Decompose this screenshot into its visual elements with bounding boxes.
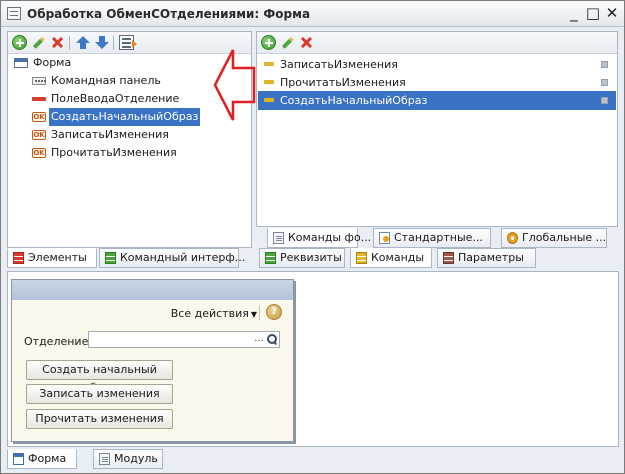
chevron-down-icon: ▼ (250, 310, 257, 319)
tree-item-label: СоздатьНачальныйОбраз (49, 108, 201, 126)
add-icon[interactable] (261, 35, 276, 50)
form-icon (14, 58, 28, 68)
button-icon: OK (32, 148, 46, 158)
toolbar-separator (259, 306, 260, 320)
button-icon: OK (32, 130, 46, 140)
command-row-create-initial-image[interactable]: СоздатьНачальныйОбраз (258, 91, 616, 110)
command-interface-tab-icon (105, 252, 116, 264)
editor-window: Обработка ОбменСОтделениями: Форма _ □ ✕… (0, 0, 625, 474)
annotation-arrow-icon (213, 49, 256, 121)
tab-attributes[interactable]: Реквизиты (259, 248, 345, 268)
title-bar: Обработка ОбменСОтделениями: Форма _ □ ✕ (1, 1, 624, 27)
tab-module[interactable]: Модуль (93, 449, 163, 469)
commands-toolbar (257, 32, 617, 54)
elements-tab-icon (13, 252, 24, 264)
parameters-tab-icon (443, 252, 454, 264)
write-changes-button[interactable]: Записать изменения (26, 384, 173, 404)
command-marker-icon (601, 97, 608, 104)
add-icon[interactable] (12, 35, 27, 50)
tree-item-label: ЗаписатьИзменения (51, 128, 169, 141)
form-preview: Все действия ▼ ? Отделение: ... Создать н… (11, 279, 294, 442)
tab-label: Глобальные ... (522, 231, 607, 244)
department-field[interactable]: ... (88, 331, 280, 348)
delete-icon[interactable] (299, 35, 314, 50)
tab-label: Реквизиты (280, 251, 342, 264)
command-icon (264, 80, 274, 84)
close-button[interactable]: ✕ (603, 4, 621, 22)
all-actions-label: Все действия (170, 307, 249, 320)
create-initial-image-button[interactable]: Создать начальный образ (26, 360, 173, 394)
form-tab-icon (13, 453, 24, 465)
tab-label: Стандартные... (394, 231, 483, 244)
maximize-button[interactable]: □ (584, 4, 602, 22)
form-preview-area: Все действия ▼ ? Отделение: ... Создать н… (7, 271, 619, 447)
read-changes-button[interactable]: Прочитать изменения (26, 409, 173, 429)
tree-item-label: Командная панель (51, 74, 161, 87)
toolbar-separator (113, 36, 114, 50)
delete-icon[interactable] (50, 35, 65, 50)
command-icon (264, 98, 274, 102)
tab-standard-commands[interactable]: Стандартные... (373, 228, 491, 248)
tab-label: Параметры (458, 251, 524, 264)
command-label: ПрочитатьИзменения (280, 76, 406, 89)
commands-panel: ЗаписатьИзменения ПрочитатьИзменения Соз… (256, 31, 618, 227)
attributes-tab-icon (265, 252, 276, 264)
form-window-icon (7, 7, 21, 20)
tab-label: Модуль (114, 452, 158, 465)
tab-label: Командный интерф... (120, 251, 246, 264)
tab-form[interactable]: Форма (7, 449, 77, 469)
module-tab-icon (99, 453, 110, 465)
form-commands-icon (273, 232, 284, 244)
toolbar-separator (69, 36, 70, 50)
global-commands-icon (507, 232, 518, 244)
standard-commands-icon (379, 232, 390, 244)
tab-parameters[interactable]: Параметры (437, 248, 536, 268)
move-down-icon[interactable] (94, 35, 109, 50)
command-row-write-changes[interactable]: ЗаписатьИзменения (258, 55, 616, 74)
form-preview-header (12, 280, 293, 300)
search-icon[interactable] (266, 333, 278, 346)
tab-label: Элементы (28, 251, 87, 264)
all-actions-menu[interactable]: Все действия ▼ (171, 307, 257, 320)
edit-icon[interactable] (277, 32, 298, 53)
command-row-read-changes[interactable]: ПрочитатьИзменения (258, 73, 616, 92)
command-label: ЗаписатьИзменения (280, 58, 398, 71)
select-button[interactable]: ... (253, 333, 265, 346)
form-elements-icon[interactable] (119, 35, 137, 50)
tab-form-commands[interactable]: Команды фо... (267, 228, 371, 248)
button-icon: OK (32, 112, 46, 122)
tab-global-commands[interactable]: Глобальные ... (501, 228, 607, 248)
input-field-icon (32, 97, 46, 101)
command-label: СоздатьНачальныйОбраз (280, 94, 428, 107)
tab-label: Команды (371, 251, 425, 264)
tab-command-interface[interactable]: Командный интерф... (99, 248, 245, 268)
window-title: Обработка ОбменСОтделениями: Форма (27, 7, 311, 21)
commands-tab-icon (356, 252, 367, 264)
help-icon[interactable]: ? (266, 304, 282, 320)
minimize-button[interactable]: _ (565, 4, 583, 22)
tab-label: Форма (28, 452, 67, 465)
command-icon (264, 62, 274, 66)
command-bar-icon (32, 77, 46, 85)
command-marker-icon (601, 79, 608, 86)
move-up-icon[interactable] (75, 35, 90, 50)
tab-elements[interactable]: Элементы (7, 248, 97, 268)
tree-item-label: Форма (33, 56, 72, 69)
edit-icon[interactable] (28, 32, 49, 53)
command-marker-icon (601, 61, 608, 68)
annotation-arrow-shape (213, 49, 256, 121)
tab-commands[interactable]: Команды (350, 248, 432, 268)
tree-item-label: ПолеВводаОтделение (51, 92, 180, 105)
department-label: Отделение: (24, 335, 93, 348)
tab-label: Команды фо... (288, 231, 372, 244)
tree-item-label: ПрочитатьИзменения (51, 146, 177, 159)
